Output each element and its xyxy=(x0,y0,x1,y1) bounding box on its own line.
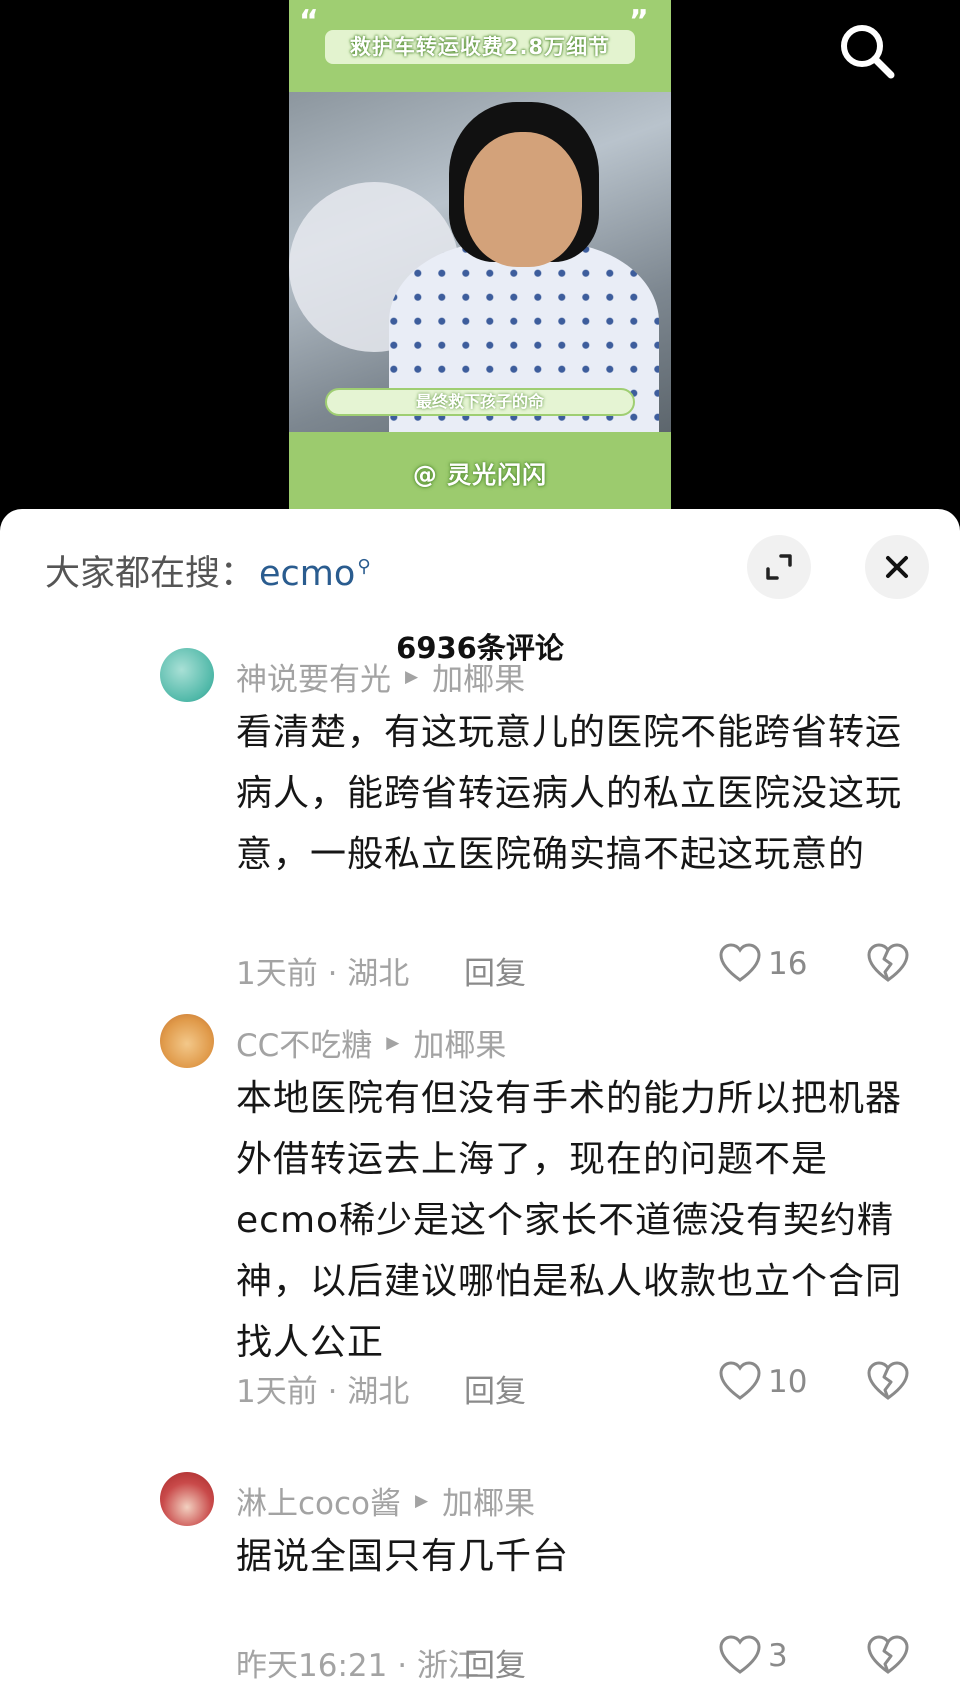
avatar[interactable] xyxy=(160,648,214,702)
play-arrow-icon: ▶ xyxy=(386,1032,400,1053)
quote-mark-close: ” xyxy=(629,4,649,39)
reply-button[interactable]: 回复 xyxy=(464,948,526,993)
search-suggestion[interactable]: 大家都在搜： ecmo ⚲ xyxy=(45,545,371,596)
video-player[interactable]: “ 救护车转运收费2.8万细节 ” 最终救下孩子的命 @ 灵光闪闪 xyxy=(0,0,960,520)
close-icon xyxy=(886,556,908,578)
comment-text: 本地医院有但没有手术的能力所以把机器外借转运去上海了，现在的问题不是ecmo稀少… xyxy=(236,1078,903,1363)
video-frame[interactable]: “ 救护车转运收费2.8万细节 ” 最终救下孩子的命 @ 灵光闪闪 xyxy=(289,0,671,520)
comment-time-location: 1天前 · 湖北 xyxy=(236,1374,410,1410)
heart-icon xyxy=(719,1361,761,1400)
play-arrow-icon: ▶ xyxy=(415,1490,429,1511)
comment-item: 淋上coco酱 ▶ 加椰果 据说全国只有几千台 昨天16:21 · 浙江 回复 … xyxy=(0,1464,960,1707)
comment-source[interactable]: 加椰果 xyxy=(442,1478,535,1523)
video-caption: 最终救下孩子的命 xyxy=(325,388,635,416)
like-count: 10 xyxy=(768,1364,808,1400)
comment-time-location: 1天前 · 湖北 xyxy=(236,956,410,992)
search-suggestion-keyword[interactable]: ecmo xyxy=(259,554,355,594)
comment-source[interactable]: 加椰果 xyxy=(413,1020,506,1065)
expand-button[interactable] xyxy=(747,535,811,599)
play-arrow-icon: ▶ xyxy=(405,666,419,687)
like-button[interactable]: 16 xyxy=(718,942,807,986)
comment-username[interactable]: 淋上coco酱 xyxy=(236,1478,401,1523)
dislike-button[interactable] xyxy=(866,1634,910,1686)
video-banner: “ 救护车转运收费2.8万细节 ” xyxy=(289,0,671,92)
avatar[interactable] xyxy=(160,1014,214,1068)
comment-meta: 神说要有光 ▶ 加椰果 xyxy=(236,654,525,699)
dislike-button[interactable] xyxy=(866,1360,910,1412)
video-watermark: @ 灵光闪闪 xyxy=(412,461,548,489)
comment-footer: 1天前 · 湖北 回复 10 xyxy=(236,1360,926,1410)
heart-icon xyxy=(719,1635,761,1674)
comment-item: CC不吃糖 ▶ 加椰果 本地医院有但没有手术的能力所以把机器外借转运去上海了，现… xyxy=(0,1006,960,1426)
comment-meta: 淋上coco酱 ▶ 加椰果 xyxy=(236,1478,535,1523)
comments-sheet: 大家都在搜： ecmo ⚲ 6936条评论 神说要有光 ▶ 加椰果 看清楚，有这玩意… xyxy=(0,509,960,1707)
comments-sheet-header: 大家都在搜： ecmo ⚲ 6936条评论 xyxy=(0,509,960,665)
search-icon xyxy=(841,25,895,79)
dislike-button[interactable] xyxy=(866,942,910,994)
like-button[interactable]: 10 xyxy=(718,1360,807,1404)
expand-icon xyxy=(766,554,792,580)
like-button[interactable]: 3 xyxy=(718,1634,788,1678)
search-button[interactable] xyxy=(836,20,898,82)
comment-time-location: 昨天16:21 · 浙江 xyxy=(236,1648,479,1684)
like-count: 16 xyxy=(768,946,808,982)
comment-footer: 1天前 · 湖北 回复 16 xyxy=(236,942,926,992)
comment-source[interactable]: 加椰果 xyxy=(432,654,525,699)
quote-mark-open: “ xyxy=(299,4,319,39)
broken-heart-icon xyxy=(867,1635,909,1674)
reply-button[interactable]: 回复 xyxy=(464,1366,526,1411)
broken-heart-icon xyxy=(867,943,909,982)
search-suggestion-label: 大家都在搜： xyxy=(45,554,256,594)
avatar[interactable] xyxy=(160,1472,214,1526)
comment-text: 据说全国只有几千台 xyxy=(236,1536,570,1577)
video-scene-image xyxy=(289,92,671,432)
search-keyword-icon: ⚲ xyxy=(357,556,371,578)
comment-item: 神说要有光 ▶ 加椰果 看清楚，有这玩意儿的医院不能跨省转运病人，能跨省转运病人… xyxy=(0,640,960,1000)
reply-button[interactable]: 回复 xyxy=(464,1640,526,1685)
broken-heart-icon xyxy=(867,1361,909,1400)
close-button[interactable] xyxy=(865,535,929,599)
video-banner-title: 救护车转运收费2.8万细节 xyxy=(325,30,635,64)
heart-icon xyxy=(719,943,761,982)
comment-footer: 昨天16:21 · 浙江 回复 3 xyxy=(236,1634,926,1684)
comment-username[interactable]: CC不吃糖 xyxy=(236,1020,372,1065)
comment-meta: CC不吃糖 ▶ 加椰果 xyxy=(236,1020,506,1065)
comment-username[interactable]: 神说要有光 xyxy=(236,654,391,699)
like-count: 3 xyxy=(768,1638,788,1674)
comment-text: 看清楚，有这玩意儿的医院不能跨省转运病人，能跨省转运病人的私立医院没这玩意，一般… xyxy=(236,712,903,875)
child-face-shape xyxy=(464,132,582,267)
